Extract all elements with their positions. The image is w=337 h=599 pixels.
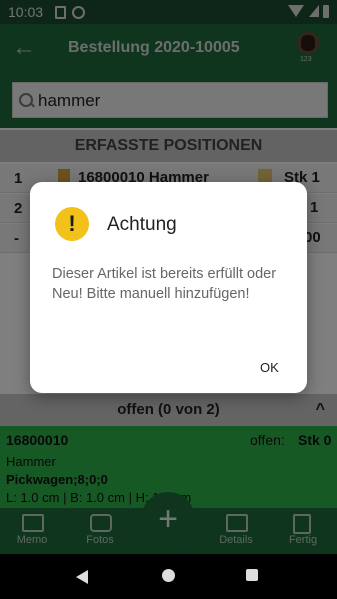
system-recents-icon[interactable] — [246, 569, 258, 581]
system-home-icon[interactable] — [162, 569, 175, 582]
system-back-icon[interactable] — [76, 570, 88, 584]
warning-icon: ! — [55, 207, 89, 241]
alert-dialog: ! Achtung Dieser Artikel ist bereits erf… — [30, 182, 307, 393]
system-nav-bar — [0, 554, 337, 599]
dialog-title: Achtung — [107, 214, 177, 235]
ok-button[interactable]: OK — [260, 360, 279, 375]
dialog-message: Dieser Artikel ist bereits erfüllt oder … — [52, 266, 277, 302]
